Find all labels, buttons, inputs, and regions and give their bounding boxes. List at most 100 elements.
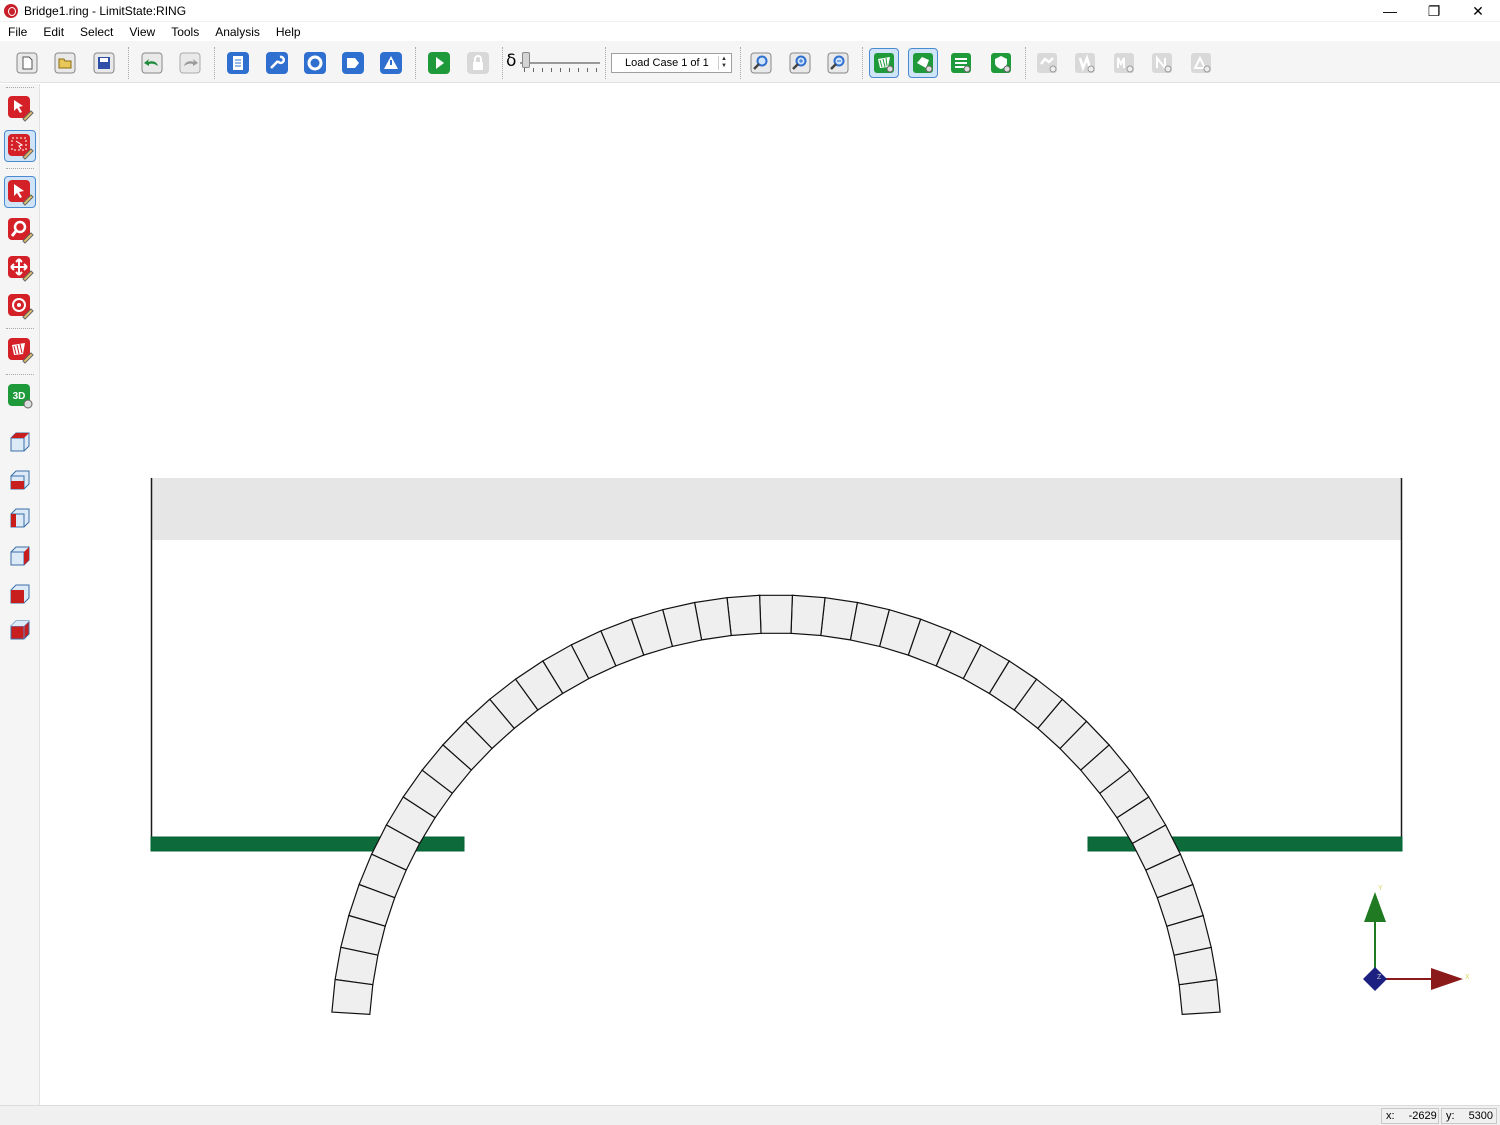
zoom-out-button[interactable] <box>823 48 853 78</box>
zoom-in-button[interactable] <box>785 48 815 78</box>
result-normal-button[interactable] <box>1147 48 1177 78</box>
arch-block[interactable] <box>726 594 762 637</box>
shear-force-icon <box>1191 53 1211 73</box>
load-case-spinner[interactable]: Load Case 1 of 1 ▲ ▼ <box>611 53 732 73</box>
delta-label: δ <box>506 51 517 71</box>
x-axis-arrow <box>1431 968 1463 990</box>
pan-tool-button[interactable] <box>4 252 36 284</box>
x-coordinate-field: x: -2629 <box>1381 1108 1439 1124</box>
menu-analysis[interactable]: Analysis <box>207 25 268 39</box>
displacement-slider[interactable]: δ <box>506 48 602 76</box>
slider-ticks <box>524 68 598 72</box>
close-button[interactable]: ✕ <box>1456 0 1500 22</box>
restore-button[interactable]: ❐ <box>1412 0 1456 22</box>
view-top-button[interactable] <box>4 464 36 496</box>
load-case-label: Load Case 1 of 1 <box>625 57 709 69</box>
main-toolbar <box>0 41 1500 83</box>
arch-block[interactable] <box>758 594 794 634</box>
warning-button[interactable] <box>376 48 406 78</box>
warning-icon <box>380 52 402 74</box>
zoom-tool-button[interactable] <box>4 214 36 246</box>
y-axis-label: Y <box>1378 885 1383 892</box>
arch-block[interactable] <box>820 597 859 641</box>
result-mechanism-button[interactable] <box>1032 48 1062 78</box>
model-canvas[interactable]: Y X Z <box>41 84 1500 1105</box>
status-bar: x: -2629 y: 5300 <box>0 1105 1500 1125</box>
y-coordinate-field: y: 5300 <box>1441 1108 1497 1124</box>
slider-thumb[interactable] <box>522 52 530 68</box>
zoom-tool-icon <box>8 218 34 244</box>
select-icon <box>8 96 34 122</box>
view-right-button[interactable] <box>4 540 36 572</box>
undo-button[interactable] <box>137 48 167 78</box>
moment-icon <box>1114 53 1134 73</box>
arch-ring[interactable] <box>331 594 1221 1016</box>
pointer-icon <box>8 180 34 206</box>
load-case-spin-buttons[interactable]: ▲ ▼ <box>718 56 729 70</box>
layers-icon <box>951 53 971 73</box>
menu-tools[interactable]: Tools <box>163 25 207 39</box>
cube-iso-icon <box>10 620 30 640</box>
properties-button[interactable] <box>262 48 292 78</box>
lifebuoy-icon <box>304 52 326 74</box>
left-toolbar: 3D <box>0 84 40 1105</box>
result-thrust-button[interactable] <box>1070 48 1100 78</box>
result-shear-button[interactable] <box>1186 48 1216 78</box>
view-3d-button[interactable]: 3D <box>4 380 36 412</box>
menu-edit[interactable]: Edit <box>35 25 72 39</box>
open-folder-icon <box>54 52 76 74</box>
arch-block[interactable] <box>1178 978 1221 1016</box>
minimize-button[interactable]: — <box>1368 0 1412 22</box>
wrench-icon <box>266 52 288 74</box>
cube-top-icon <box>10 470 30 490</box>
fill-layer[interactable] <box>151 478 1402 540</box>
menu-bar: File Edit Select View Tools Analysis Hel… <box>0 22 1500 41</box>
menu-help[interactable]: Help <box>268 25 309 39</box>
view-shield-button[interactable] <box>986 48 1016 78</box>
view-back-button[interactable] <box>4 578 36 610</box>
pointer-tool-button[interactable] <box>4 176 36 208</box>
blocks-view-icon <box>874 53 894 73</box>
solve-button[interactable] <box>424 48 454 78</box>
select-region-tool-button[interactable] <box>4 130 36 162</box>
spin-down-icon[interactable]: ▼ <box>719 63 729 70</box>
axis-triad: Y X Z <box>1363 885 1470 991</box>
svg-text:3D: 3D <box>13 391 26 402</box>
menu-file[interactable]: File <box>0 25 35 39</box>
report-button[interactable] <box>223 48 253 78</box>
view-blocks-button[interactable] <box>869 48 899 78</box>
view-front-button[interactable] <box>4 426 36 458</box>
arch-block[interactable] <box>331 978 374 1016</box>
mechanism-icon <box>1037 53 1057 73</box>
redo-button[interactable] <box>175 48 205 78</box>
cube-back-icon <box>10 584 30 604</box>
draw-blocks-tool-button[interactable] <box>4 334 36 366</box>
result-moment-button[interactable] <box>1109 48 1139 78</box>
spin-up-icon[interactable]: ▲ <box>719 56 729 63</box>
lock-button[interactable] <box>463 48 493 78</box>
view-fill-button[interactable] <box>908 48 938 78</box>
new-file-icon <box>16 52 38 74</box>
y-coordinate-value: 5300 <box>1468 1110 1494 1122</box>
x-coordinate-label: x: <box>1386 1110 1395 1122</box>
tag-button[interactable] <box>338 48 368 78</box>
view-left-button[interactable] <box>4 502 36 534</box>
magnifier-icon <box>750 52 772 74</box>
view-layers-button[interactable] <box>946 48 976 78</box>
menu-select[interactable]: Select <box>72 25 121 39</box>
arch-block[interactable] <box>790 594 826 637</box>
view-3d-icon: 3D <box>8 384 33 409</box>
new-file-button[interactable] <box>12 48 42 78</box>
open-file-button[interactable] <box>50 48 80 78</box>
view-iso-button[interactable] <box>4 614 36 646</box>
save-button[interactable] <box>89 48 119 78</box>
zoom-out-icon <box>827 52 849 74</box>
select-region-icon <box>8 134 34 160</box>
select-tool-button[interactable] <box>4 92 36 124</box>
rotate-tool-button[interactable] <box>4 290 36 322</box>
zoom-fit-button[interactable] <box>746 48 776 78</box>
y-coordinate-label: y: <box>1446 1110 1455 1122</box>
menu-view[interactable]: View <box>121 25 163 39</box>
help-support-button[interactable] <box>300 48 330 78</box>
window-controls: — ❐ ✕ <box>1368 0 1500 22</box>
